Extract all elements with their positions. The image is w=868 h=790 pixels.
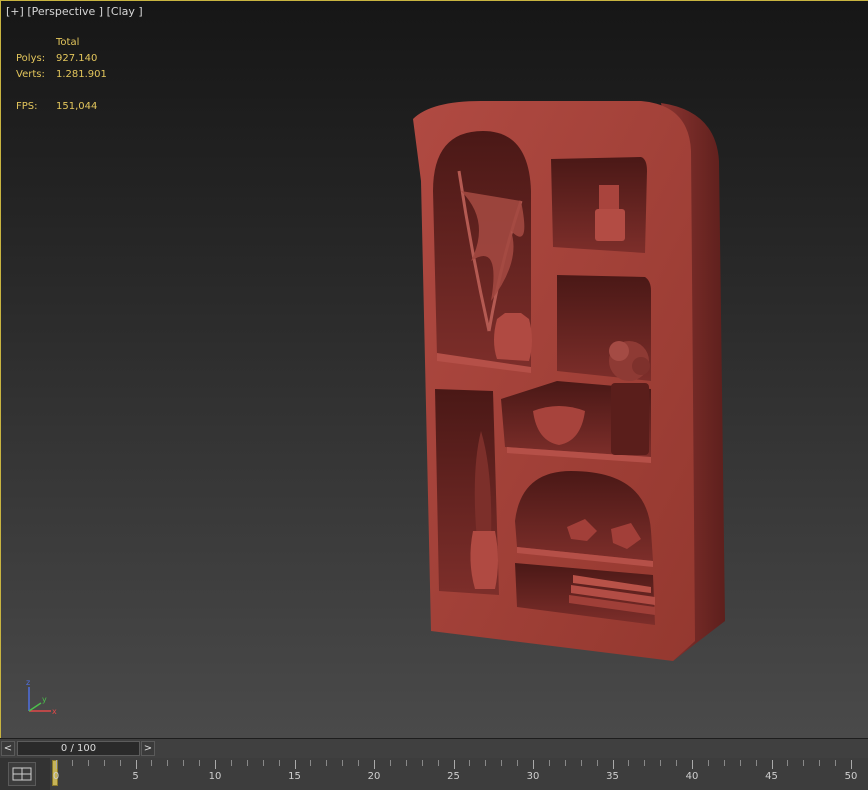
fps-value: 151,044 bbox=[56, 101, 98, 112]
timeline-tick bbox=[151, 760, 153, 766]
viewport-label: [+] [Perspective ] [Clay ] bbox=[6, 5, 143, 18]
timeline-tick-label: 40 bbox=[685, 771, 699, 782]
stats-total-header: Total bbox=[56, 37, 80, 48]
timeline-tick bbox=[453, 760, 455, 769]
timeline-tick bbox=[310, 760, 312, 766]
timeline-tick bbox=[819, 760, 821, 766]
timeline-tick bbox=[199, 760, 201, 766]
timeline-tick bbox=[326, 760, 328, 766]
axis-z-label: z bbox=[26, 678, 30, 687]
timeline-tick bbox=[676, 760, 678, 766]
timeline-tick bbox=[739, 760, 741, 766]
timeline-tick bbox=[294, 760, 296, 769]
timeline-tick bbox=[501, 760, 503, 766]
timeline-tick-label: 50 bbox=[844, 771, 858, 782]
timeline-tick bbox=[119, 760, 121, 766]
scene-render bbox=[413, 101, 725, 661]
polys-value: 927.140 bbox=[56, 53, 98, 64]
timeline-tick bbox=[215, 760, 216, 769]
timeline-tick bbox=[580, 760, 582, 766]
timeline-tick bbox=[548, 760, 550, 766]
timeline-tick bbox=[56, 760, 57, 769]
timeline-tick-label: 35 bbox=[606, 771, 619, 782]
timeline-tick bbox=[103, 760, 105, 766]
timeline-tick-label: 20 bbox=[367, 771, 381, 782]
polys-label: Polys: bbox=[16, 53, 46, 64]
timeline-tick bbox=[87, 760, 89, 766]
track-bar: 0 5 10 15 20 25 30 35 40 45 50 bbox=[0, 758, 868, 790]
timeline-tick-label: 5 bbox=[132, 771, 139, 782]
timeline-tick bbox=[660, 760, 662, 766]
timeline-tick bbox=[135, 760, 137, 769]
timeline-tick-label: 25 bbox=[447, 771, 460, 782]
timeline-tick bbox=[596, 760, 598, 766]
timeline-tick bbox=[469, 760, 471, 766]
timeline-tick bbox=[612, 760, 614, 769]
time-slider-bar: < 0 / 100 > bbox=[0, 738, 868, 759]
timeline-tick bbox=[692, 760, 693, 769]
time-next-button[interactable]: > bbox=[141, 741, 155, 756]
timeline-tick bbox=[644, 760, 646, 766]
verts-label: Verts: bbox=[16, 69, 45, 80]
timeline-tick bbox=[771, 760, 773, 769]
timeline-tick-label: 10 bbox=[208, 771, 222, 782]
time-prev-button[interactable]: < bbox=[1, 741, 15, 756]
bookshelf-model bbox=[413, 101, 725, 661]
timeline-tick bbox=[835, 760, 837, 766]
timeline-tick bbox=[755, 760, 757, 766]
timeline-tick bbox=[533, 760, 534, 769]
viewport-menu-plus[interactable]: [+] bbox=[6, 5, 24, 18]
fps-label: FPS: bbox=[16, 101, 38, 112]
timeline-tick bbox=[71, 760, 73, 766]
timeline-ruler[interactable]: 0 5 10 15 20 25 30 35 40 45 50 bbox=[50, 758, 868, 790]
timeline-tick bbox=[183, 760, 185, 766]
timeline-tick bbox=[437, 760, 439, 766]
timeline-tick-label: 45 bbox=[765, 771, 778, 782]
statistics-overlay: Total Polys: 927.140 Verts: 1.281.901 FPS:… bbox=[16, 35, 107, 115]
timeline-tick bbox=[389, 760, 391, 766]
timeline-tick bbox=[230, 760, 232, 766]
time-slider[interactable]: 0 / 100 bbox=[17, 741, 140, 756]
timeline-tick bbox=[723, 760, 725, 766]
timeline-tick bbox=[374, 760, 375, 769]
viewport-menu-view[interactable]: [Perspective ] bbox=[27, 5, 103, 18]
timeline-tick bbox=[707, 760, 709, 766]
timeline-tick-label: 15 bbox=[288, 771, 301, 782]
viewport-menu-shading[interactable]: [Clay ] bbox=[107, 5, 143, 18]
timeline-tick bbox=[278, 760, 280, 766]
timeline-tick bbox=[628, 760, 630, 766]
timeline-tick-label: 0 bbox=[52, 771, 60, 782]
timeline-tick bbox=[787, 760, 789, 766]
timeline-tick bbox=[405, 760, 407, 766]
curve-editor-icon[interactable] bbox=[8, 762, 36, 786]
timeline-tick bbox=[564, 760, 566, 766]
axis-x-label: x bbox=[52, 707, 57, 716]
axis-gizmo-icon: z x y bbox=[26, 678, 57, 716]
timeline-tick bbox=[803, 760, 805, 766]
timeline-tick bbox=[485, 760, 487, 766]
timeline-tick bbox=[517, 760, 519, 766]
timeline-tick bbox=[421, 760, 423, 766]
timeline-tick bbox=[167, 760, 169, 766]
perspective-viewport[interactable]: [+] [Perspective ] [Clay ] Total Polys: 9… bbox=[0, 0, 868, 738]
timeline-tick bbox=[851, 760, 852, 769]
timeline-tick-label: 30 bbox=[526, 771, 540, 782]
timeline-tick bbox=[246, 760, 248, 766]
timeline-tick bbox=[358, 760, 360, 766]
verts-value: 1.281.901 bbox=[56, 69, 107, 80]
timeline-tick bbox=[262, 760, 264, 766]
timeline-tick bbox=[342, 760, 344, 766]
axis-y-label: y bbox=[42, 695, 47, 704]
